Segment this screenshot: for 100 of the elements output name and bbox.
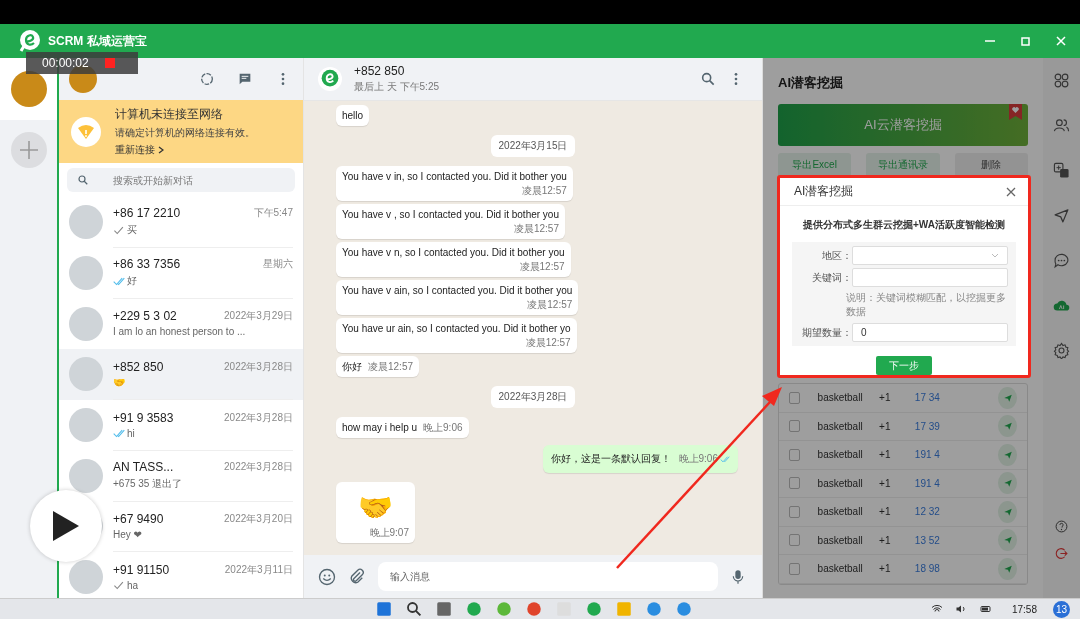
message-text: You have ur ain, so I contacted you. Did it bother yo <box>342 322 571 336</box>
browser-icon[interactable] <box>525 600 543 618</box>
country-code-cell-text: +1 <box>879 477 892 489</box>
paperclip-icon[interactable] <box>348 567 366 586</box>
row-checkbox[interactable] <box>789 505 800 518</box>
wifi-warning-icon <box>78 124 94 139</box>
send-button[interactable] <box>998 500 1017 523</box>
keyword-cell-text: basketball <box>817 534 864 546</box>
recording-time: 00:00:02 <box>42 56 89 70</box>
help-icon[interactable] <box>1055 520 1068 533</box>
chat-list-item[interactable]: +86 17 2210 下午5:47 买 <box>59 197 303 248</box>
chat-time: 2022年3月28日 <box>224 410 293 425</box>
translate-icon[interactable] <box>1053 162 1070 179</box>
date-label: 2022年3月28日 <box>490 386 576 408</box>
message-time: 凌晨12:57 <box>527 298 573 312</box>
stop-icon[interactable] <box>104 58 115 68</box>
mining-banner-button[interactable]: AI云潜客挖掘 <box>778 104 1028 146</box>
next-step-button[interactable]: 下一步 <box>876 356 932 375</box>
row-checkbox[interactable] <box>789 477 800 490</box>
reconnect-link[interactable]: 重新连接 <box>115 143 164 157</box>
send-button[interactable] <box>998 529 1017 552</box>
status-icon[interactable] <box>199 71 215 87</box>
export-button[interactable]: 导出Excel <box>778 153 852 177</box>
message-time: 凌晨12:57 <box>368 360 414 374</box>
message-preview: Hey ❤ <box>113 528 142 540</box>
send-button[interactable] <box>998 386 1017 409</box>
contact-avatar[interactable] <box>318 67 342 91</box>
chat-list-item[interactable]: +91 9 3583 2022年3月28日 hi <box>59 399 303 451</box>
app-icon[interactable] <box>675 600 693 618</box>
microphone-icon[interactable] <box>730 567 746 586</box>
chat-time: 2022年3月28日 <box>224 359 293 374</box>
send-button[interactable] <box>998 557 1017 580</box>
export-button[interactable]: 导出通讯录 <box>866 153 940 177</box>
message-preview: hi <box>127 427 135 439</box>
phone-link[interactable]: 191 4 <box>914 477 993 489</box>
search-field[interactable]: 搜索或开始新对话 <box>67 168 295 192</box>
send-button[interactable] <box>998 415 1017 438</box>
input-field[interactable]: 0 <box>852 323 1008 343</box>
chevron-down-icon <box>991 253 999 259</box>
delete-button[interactable]: 删除 <box>954 153 1028 177</box>
warning-text: 请确定计算机的网络连接有效。 <box>115 126 255 140</box>
phone-link[interactable]: 12 32 <box>914 506 993 518</box>
send-icon[interactable] <box>1053 207 1070 224</box>
phone-link[interactable]: 18 98 <box>914 563 993 575</box>
settings-icon[interactable] <box>1053 342 1070 359</box>
dialog-subtitle: 提供分布式多生群云挖掘+WA活跃度智能检测 <box>802 218 1006 233</box>
chat-time: 下午5:47 <box>253 206 293 221</box>
message-preview: 🤝 <box>113 376 125 388</box>
contact-name: +86 33 7356 <box>113 257 182 272</box>
contact-avatar <box>69 560 103 595</box>
phone-link[interactable]: 17 39 <box>914 420 993 432</box>
message-input-field[interactable]: 输入消息 <box>378 562 718 591</box>
phone-link[interactable]: 17 34 <box>914 392 993 404</box>
chat-bubbles-icon[interactable] <box>1053 252 1070 269</box>
search-icon[interactable] <box>700 71 716 87</box>
chat-time: 2022年3月29日 <box>224 309 293 324</box>
phone-link[interactable]: 13 52 <box>914 534 993 546</box>
row-checkbox[interactable] <box>789 448 800 461</box>
warning-title: 计算机未连接至网络 <box>115 106 223 123</box>
input-field[interactable] <box>852 268 1008 288</box>
send-icon <box>1002 392 1013 403</box>
contact-avatar <box>69 306 103 341</box>
send-button[interactable] <box>998 443 1017 466</box>
row-checkbox[interactable] <box>789 562 800 575</box>
contacts-icon[interactable] <box>1053 117 1070 134</box>
emoji-icon[interactable] <box>318 567 336 586</box>
send-icon <box>1002 563 1013 574</box>
keyword-cell-text: basketball <box>817 392 864 404</box>
emoji-message: 🤝 <box>357 491 394 525</box>
battery-icon[interactable] <box>977 603 994 615</box>
search-icon[interactable] <box>405 600 423 618</box>
hint-text: 说明：关键词模糊匹配，以挖掘更多数据 <box>845 291 1007 320</box>
start-icon[interactable] <box>375 600 393 618</box>
close-icon[interactable] <box>1006 186 1016 197</box>
row-checkbox[interactable] <box>789 534 800 547</box>
row-checkbox[interactable] <box>789 391 800 404</box>
row-checkbox[interactable] <box>789 420 800 433</box>
contact-name: +91 91150 <box>113 562 171 577</box>
apps-icon[interactable] <box>1053 72 1070 89</box>
keyword-cell-text: basketball <box>817 563 864 575</box>
chat-list-item[interactable]: +86 33 7356 星期六 好 <box>59 247 303 299</box>
app-logo-icon <box>320 69 340 89</box>
send-button[interactable] <box>998 472 1017 495</box>
wifi-icon[interactable] <box>929 603 944 615</box>
message-preview: 买 <box>127 223 137 238</box>
chat-list-item[interactable]: +852 850 2022年3月28日 🤝 <box>59 349 303 400</box>
app-icon[interactable] <box>495 600 513 618</box>
phone-link[interactable]: 191 4 <box>914 449 993 461</box>
send-icon <box>1002 506 1013 517</box>
contact-avatar <box>69 458 103 493</box>
logout-icon[interactable] <box>1055 547 1068 560</box>
task-view-icon[interactable] <box>435 600 453 618</box>
app-icon[interactable] <box>465 600 483 618</box>
add-account-button[interactable] <box>10 132 47 168</box>
country-code-cell-text: +1 <box>879 449 892 461</box>
chat-time: 2022年3月20日 <box>224 511 293 526</box>
app-icon[interactable] <box>645 600 663 618</box>
app-icon[interactable] <box>585 600 603 618</box>
maximize-icon[interactable] <box>1021 36 1030 46</box>
notification-badge[interactable]: 13 <box>1053 600 1070 618</box>
